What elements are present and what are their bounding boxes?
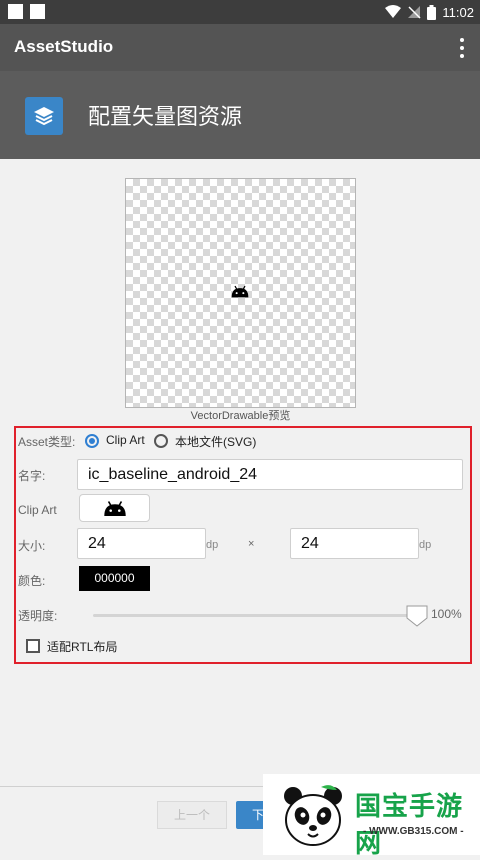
notification-icon xyxy=(30,4,45,19)
vector-preview xyxy=(125,178,356,408)
app-title: AssetStudio xyxy=(14,37,114,56)
content-area: VectorDrawable预览 Asset类型: Clip Art 本地文件(… xyxy=(0,159,480,855)
rtl-label[interactable]: 适配RTL布局 xyxy=(47,638,117,655)
rtl-checkbox[interactable] xyxy=(26,639,40,653)
page-title: 配置矢量图资源 xyxy=(88,105,243,130)
layers-icon xyxy=(25,97,63,135)
asset-options-panel: Asset类型: Clip Art 本地文件(SVG) 名字: ic_basel… xyxy=(14,426,472,664)
clip-art-label: Clip Art xyxy=(18,503,57,517)
overflow-menu-icon[interactable] xyxy=(458,38,466,58)
radio-local-svg[interactable] xyxy=(154,434,168,448)
opacity-label: 透明度: xyxy=(18,609,58,623)
opacity-slider[interactable] xyxy=(93,614,420,617)
android-icon xyxy=(231,285,249,298)
wizard-header: 配置矢量图资源 xyxy=(0,71,480,159)
color-label: 颜色: xyxy=(18,574,46,588)
radio-local-svg-label[interactable]: 本地文件(SVG) xyxy=(175,433,256,450)
watermark-title: 国宝手游网 xyxy=(355,792,464,859)
height-input[interactable]: 24 xyxy=(290,528,419,559)
android-icon xyxy=(104,501,126,516)
times-sign: × xyxy=(248,538,255,550)
battery-icon xyxy=(427,4,437,20)
preview-caption: VectorDrawable预览 xyxy=(190,410,291,422)
height-unit: dp xyxy=(419,539,432,551)
name-label: 名字: xyxy=(18,469,46,483)
opacity-slider-thumb[interactable] xyxy=(406,605,428,627)
app-bar: AssetStudio xyxy=(0,24,480,71)
opacity-value: 100% xyxy=(431,607,462,621)
status-bar: 11:02 xyxy=(0,0,480,24)
no-signal-icon xyxy=(408,6,421,19)
size-label: 大小: xyxy=(18,539,46,553)
color-swatch-button[interactable]: 000000 xyxy=(79,566,150,591)
name-input[interactable]: ic_baseline_android_24 xyxy=(77,459,463,490)
width-unit: dp xyxy=(206,539,219,551)
panda-logo-icon xyxy=(284,785,342,846)
previous-button[interactable]: 上一个 xyxy=(157,801,227,829)
radio-clip-art-label[interactable]: Clip Art xyxy=(106,433,145,447)
clip-art-button[interactable] xyxy=(79,494,150,522)
wifi-icon xyxy=(385,5,402,18)
watermark-url: - WWW.GB315.COM - xyxy=(363,826,464,837)
width-input[interactable]: 24 xyxy=(77,528,206,559)
radio-clip-art[interactable] xyxy=(85,434,99,448)
notification-icon xyxy=(8,4,23,19)
asset-type-label: Asset类型: xyxy=(18,435,76,449)
watermark: 国宝手游网 - WWW.GB315.COM - xyxy=(263,774,480,859)
clock: 11:02 xyxy=(442,4,474,20)
